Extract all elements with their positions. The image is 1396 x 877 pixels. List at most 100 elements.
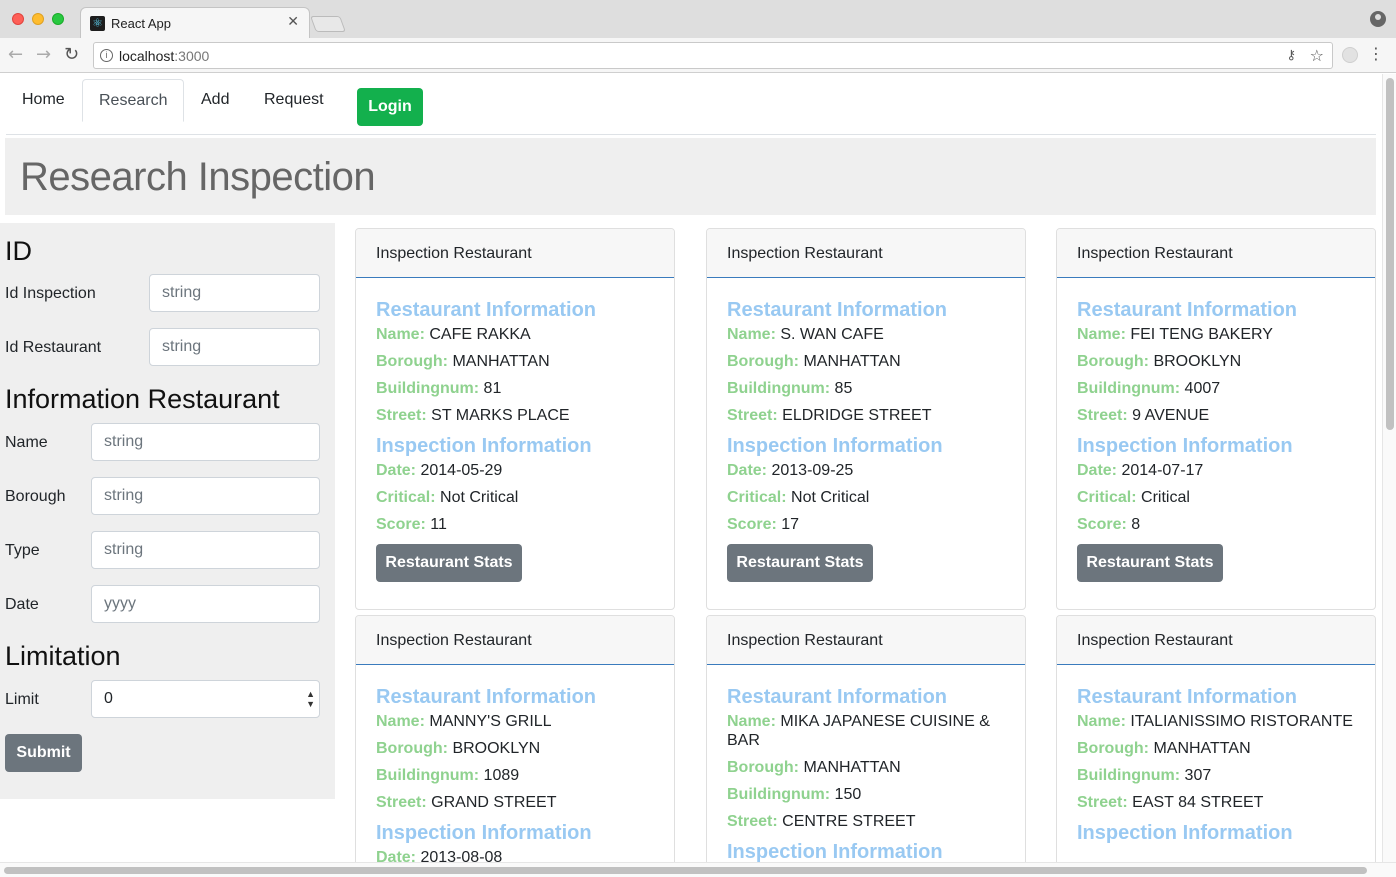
street-row: Street: GRAND STREET: [376, 794, 557, 811]
close-window-button[interactable]: [12, 13, 24, 25]
date-row: Date: 2014-05-29: [376, 462, 503, 479]
name-row: Name: MIKA JAPANESE CUISINE & BAR: [727, 713, 990, 749]
restaurant-info-title: Restaurant Information: [727, 299, 948, 321]
borough-row: Borough: MANHATTAN: [727, 759, 901, 776]
submit-button[interactable]: Submit: [5, 734, 82, 772]
borough-label: Borough: [5, 488, 66, 505]
borough-row: Borough: BROOKLYN: [376, 740, 541, 757]
reload-icon[interactable]: ↻: [64, 45, 79, 65]
card-header: Inspection Restaurant: [707, 616, 1025, 665]
menu-dots-icon[interactable]: ⋮: [1368, 44, 1384, 64]
name-row: Name: S. WAN CAFE: [727, 326, 884, 343]
restaurant-stats-button[interactable]: Restaurant Stats: [1077, 544, 1223, 582]
date-row: Date: 2013-09-25: [727, 462, 854, 479]
id-restaurant-input[interactable]: string: [149, 328, 320, 366]
close-icon[interactable]: ✕: [287, 14, 299, 30]
extension-icon[interactable]: [1342, 47, 1358, 63]
card-header: Inspection Restaurant: [356, 616, 674, 665]
name-input[interactable]: string: [91, 423, 320, 461]
address-bar[interactable]: i localhost:3000 ⚷ ☆: [93, 42, 1333, 69]
page-viewport: Home Research Add Request Login Research…: [0, 74, 1382, 862]
score-row: Score: 8: [1077, 516, 1141, 533]
inspection-card: Inspection Restaurant Restaurant Informa…: [706, 228, 1026, 610]
name-label: Name: [5, 434, 48, 451]
limit-label: Limit: [5, 691, 39, 708]
date-row: Date: 2013-08-08: [376, 849, 503, 862]
bookmark-star-icon[interactable]: ☆: [1310, 46, 1324, 65]
tab-add[interactable]: Add: [185, 79, 245, 122]
nav-tabs: Home Research Add Request Login: [6, 79, 1376, 135]
profile-icon[interactable]: [1370, 11, 1386, 27]
limit-value: 0: [104, 690, 113, 707]
react-icon: ⚛: [90, 16, 105, 31]
borough-row: Borough: BROOKLYN: [1077, 353, 1242, 370]
borough-row: Borough: MANHATTAN: [727, 353, 901, 370]
page-title: Research Inspection: [20, 155, 376, 199]
inspection-card: Inspection Restaurant Restaurant Informa…: [355, 228, 675, 610]
id-heading: ID: [5, 236, 32, 266]
url-text: localhost:3000: [119, 48, 210, 64]
borough-row: Borough: MANHATTAN: [376, 353, 550, 370]
key-icon[interactable]: ⚷: [1286, 48, 1296, 63]
buildingnum-row: Buildingnum: 150: [727, 786, 862, 803]
inspection-info-title: Inspection Information: [727, 435, 943, 457]
street-row: Street: ELDRIDGE STREET: [727, 407, 932, 424]
inspection-info-title: Inspection Information: [727, 841, 943, 862]
tab-research[interactable]: Research: [82, 79, 185, 122]
limit-select[interactable]: 0 ▲ ▼: [91, 680, 320, 718]
restaurant-info-title: Restaurant Information: [376, 686, 597, 708]
borough-input[interactable]: string: [91, 477, 320, 515]
vertical-scrollbar[interactable]: [1382, 74, 1396, 862]
street-row: Street: ST MARKS PLACE: [376, 407, 570, 424]
id-inspection-input[interactable]: string: [149, 274, 320, 312]
type-input[interactable]: string: [91, 531, 320, 569]
restaurant-stats-button[interactable]: Restaurant Stats: [727, 544, 873, 582]
inspection-info-title: Inspection Information: [376, 822, 592, 844]
maximize-window-button[interactable]: [52, 13, 64, 25]
inspection-card: Inspection Restaurant Restaurant Informa…: [355, 615, 675, 862]
critical-row: Critical: Not Critical: [727, 489, 870, 506]
tab-home[interactable]: Home: [6, 79, 81, 122]
horizontal-scrollbar[interactable]: [0, 862, 1396, 877]
page-header: Research Inspection: [5, 138, 1376, 215]
restaurant-info-title: Restaurant Information: [1077, 299, 1298, 321]
back-arrow-icon[interactable]: ←: [8, 45, 23, 65]
restaurant-info-title: Restaurant Information: [727, 686, 948, 708]
street-row: Street: CENTRE STREET: [727, 813, 916, 830]
inspection-info-title: Inspection Information: [1077, 435, 1293, 457]
date-input[interactable]: yyyy: [91, 585, 320, 623]
name-row: Name: CAFE RAKKA: [376, 326, 531, 343]
card-header: Inspection Restaurant: [1057, 229, 1375, 278]
new-tab-button[interactable]: [310, 16, 346, 32]
borough-row: Borough: MANHATTAN: [1077, 740, 1251, 757]
tab-request[interactable]: Request: [248, 79, 340, 122]
login-button[interactable]: Login: [357, 88, 423, 126]
buildingnum-row: Buildingnum: 4007: [1077, 380, 1221, 397]
score-row: Score: 17: [727, 516, 800, 533]
buildingnum-row: Buildingnum: 85: [727, 380, 853, 397]
type-label: Type: [5, 542, 40, 559]
information-heading: Information Restaurant: [5, 384, 280, 414]
buildingnum-row: Buildingnum: 1089: [376, 767, 520, 784]
name-row: Name: ITALIANISSIMO RISTORANTE: [1077, 713, 1353, 730]
name-row: Name: MANNY'S GRILL: [376, 713, 552, 730]
browser-toolbar: ← → ↻ i localhost:3000 ⚷ ☆ ⋮: [0, 38, 1396, 73]
inspection-card: Inspection Restaurant Restaurant Informa…: [1056, 228, 1376, 610]
vertical-scroll-thumb[interactable]: [1386, 78, 1394, 430]
info-icon[interactable]: i: [100, 49, 113, 62]
street-row: Street: 9 AVENUE: [1077, 407, 1210, 424]
forward-arrow-icon[interactable]: →: [36, 45, 51, 65]
horizontal-scroll-thumb[interactable]: [4, 867, 1367, 874]
restaurant-info-title: Restaurant Information: [376, 299, 597, 321]
restaurant-info-title: Restaurant Information: [1077, 686, 1298, 708]
minimize-window-button[interactable]: [32, 13, 44, 25]
score-row: Score: 11: [376, 516, 447, 533]
critical-row: Critical: Not Critical: [376, 489, 519, 506]
card-header: Inspection Restaurant: [1057, 616, 1375, 665]
limitation-heading: Limitation: [5, 641, 121, 671]
buildingnum-row: Buildingnum: 307: [1077, 767, 1212, 784]
date-label: Date: [5, 596, 39, 613]
browser-tab[interactable]: ⚛ React App ✕: [80, 7, 310, 38]
restaurant-stats-button[interactable]: Restaurant Stats: [376, 544, 522, 582]
inspection-info-title: Inspection Information: [376, 435, 592, 457]
